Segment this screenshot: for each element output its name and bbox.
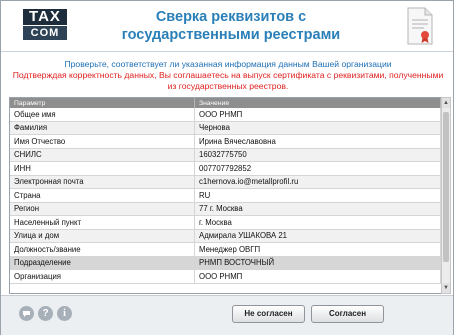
cell-value: Адмирала УШАКОВА 21: [194, 229, 441, 243]
logo-line-tax: TAX: [23, 9, 67, 25]
cell-parameter: СНИЛС: [10, 148, 195, 162]
logo-line-com: COM: [23, 26, 67, 40]
agree-button[interactable]: Согласен: [311, 305, 384, 323]
scrollbar-thumb[interactable]: [443, 112, 449, 262]
table-row[interactable]: Имя Отчество Ирина Вячеславовна: [10, 134, 441, 149]
scroll-up-arrow-icon[interactable]: ▲: [442, 98, 450, 108]
cell-value: Менеджер ОВГП: [194, 242, 441, 257]
cell-parameter: Улица и дом: [10, 229, 195, 243]
table-row[interactable]: Фамилия Чернова: [10, 121, 441, 135]
table-row[interactable]: Организация ООО РНМП: [10, 269, 441, 284]
scroll-down-arrow-icon[interactable]: ▼: [442, 283, 450, 293]
header: TAX COM Сверка реквизитов с государствен…: [1, 1, 453, 52]
cell-value: Чернова: [194, 121, 441, 135]
cell-parameter: ИНН: [10, 161, 195, 176]
cell-parameter: Должность/звание: [10, 242, 195, 257]
cell-value: RU: [194, 188, 441, 203]
help-icon[interactable]: ?: [38, 306, 53, 321]
notice: Проверьте, соответствует ли указанная ин…: [9, 59, 447, 92]
table-scrollbar[interactable]: ▲ ▼: [441, 97, 451, 294]
cell-value: Ирина Вячеславовна: [194, 134, 441, 149]
cell-value: РНМП ВОСТОЧНЫЙ: [194, 256, 441, 270]
disagree-button[interactable]: Не согласен: [232, 305, 305, 323]
footer-bar: ? i Не согласен Согласен: [1, 295, 453, 335]
cell-value: c1hernova.io@metallprofil.ru: [194, 175, 441, 189]
taxcom-logo: TAX COM: [23, 9, 67, 41]
table-row[interactable]: Электронная почта c1hernova.io@metallprof…: [10, 175, 441, 189]
table-row-selected[interactable]: Подразделение РНМП ВОСТОЧНЫЙ: [10, 256, 441, 270]
cell-parameter: Организация: [10, 269, 195, 284]
chat-icon[interactable]: [19, 306, 34, 321]
cell-value: ООО РНМП: [194, 269, 441, 284]
cell-parameter: Электронная почта: [10, 175, 195, 189]
dialog-window: TAX COM Сверка реквизитов с государствен…: [0, 0, 454, 335]
requisites-grid: Параметр Значение Общее имя ООО РНМП Фами…: [10, 98, 441, 284]
certificate-document-icon: [405, 7, 435, 45]
column-header-parameter[interactable]: Параметр: [10, 98, 195, 108]
cell-parameter: Населенный пункт: [10, 215, 195, 230]
cell-value: 007707792852: [194, 161, 441, 176]
info-icon[interactable]: i: [57, 306, 72, 321]
table-row[interactable]: Страна RU: [10, 188, 441, 203]
table-header-row: Параметр Значение: [10, 98, 441, 108]
cell-parameter: Страна: [10, 188, 195, 203]
table-row[interactable]: Улица и дом Адмирала УШАКОВА 21: [10, 229, 441, 243]
cell-parameter: Имя Отчество: [10, 134, 195, 149]
table-row[interactable]: СНИЛС 16032775750: [10, 148, 441, 162]
table-row[interactable]: Регион 77 г. Москва: [10, 202, 441, 216]
table-row[interactable]: Общее имя ООО РНМП: [10, 108, 441, 122]
table-row[interactable]: Должность/звание Менеджер ОВГП: [10, 242, 441, 257]
cell-parameter: Фамилия: [10, 121, 195, 135]
column-header-value[interactable]: Значение: [194, 98, 441, 108]
cell-value: г. Москва: [194, 215, 441, 230]
cell-value: 16032775750: [194, 148, 441, 162]
cell-parameter: Подразделение: [10, 256, 195, 270]
notice-check-line: Проверьте, соответствует ли указанная ин…: [64, 59, 392, 69]
notice-consent-line: Подтверждая корректность данных, Вы согл…: [12, 70, 444, 91]
cell-parameter: Регион: [10, 202, 195, 216]
dialog-title: Сверка реквизитов с государственными рее…: [121, 9, 341, 43]
cell-value: ООО РНМП: [194, 108, 441, 122]
requisites-table: Параметр Значение Общее имя ООО РНМП Фами…: [9, 97, 442, 294]
cell-value: 77 г. Москва: [194, 202, 441, 216]
table-row[interactable]: Населенный пункт г. Москва: [10, 215, 441, 230]
table-row[interactable]: ИНН 007707792852: [10, 161, 441, 176]
cell-parameter: Общее имя: [10, 108, 195, 122]
